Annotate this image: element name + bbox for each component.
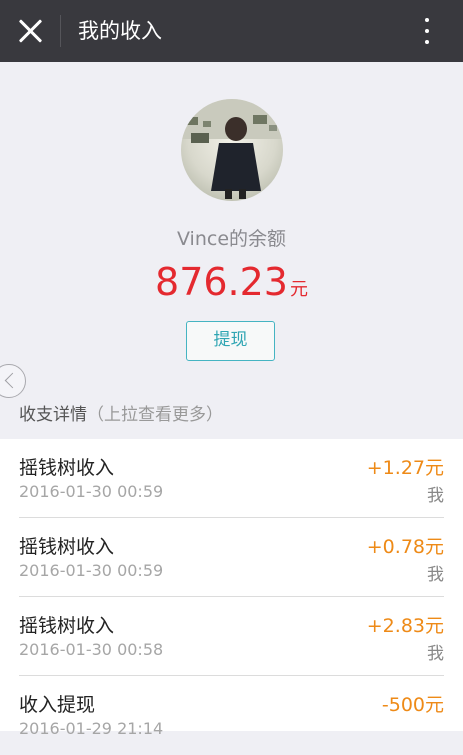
close-icon[interactable] [17,17,45,45]
details-header: 收支详情（上拉查看更多） [19,400,223,425]
transaction-row[interactable]: 摇钱树收入 2016-01-30 00:59 +0.78元 我 [0,518,463,597]
balance-display: 876.23 元 [0,260,463,304]
transaction-title: 摇钱树收入 [19,536,115,558]
dot [425,40,429,44]
transaction-time: 2016-01-30 00:59 [19,482,164,501]
transaction-party: 我 [427,565,444,585]
details-hint: （上拉查看更多） [87,405,223,425]
transaction-time: 2016-01-30 00:58 [19,640,164,659]
transaction-party: 我 [427,644,444,664]
transaction-amount: -500元 [381,694,444,716]
balance-label: Vince的余额 [176,228,287,250]
balance-amount: 876.23 [155,260,288,304]
transaction-amount: +0.78元 [366,536,444,558]
balance-unit: 元 [289,279,308,300]
transaction-row[interactable]: 摇钱树收入 2016-01-30 00:59 +1.27元 我 [0,439,463,518]
divider [60,15,61,47]
transaction-title: 收入提现 [19,694,96,716]
avatar[interactable] [181,99,283,201]
more-vertical-icon[interactable] [418,15,436,47]
transaction-title: 摇钱树收入 [19,615,115,637]
transaction-row[interactable]: 收入提现 2016-01-29 21:14 -500元 [0,676,463,755]
top-navigation-bar: 我的收入 [0,0,463,62]
withdraw-button[interactable]: 提现 [186,321,275,361]
transaction-amount: +2.83元 [366,615,444,637]
transaction-list: 摇钱树收入 2016-01-30 00:59 +1.27元 我 摇钱树收入 20… [0,439,463,738]
dot [425,18,429,22]
transaction-time: 2016-01-30 00:59 [19,561,164,580]
transaction-row[interactable]: 摇钱树收入 2016-01-30 00:58 +2.83元 我 [0,597,463,676]
avatar-photo [181,99,283,199]
transaction-party: 我 [427,486,444,506]
transaction-title: 摇钱树收入 [19,457,115,479]
page-title: 我的收入 [78,19,162,43]
profile-section: Vince的余额 876.23 元 提现 收支详情（上拉查看更多） [0,62,463,439]
details-title: 收支详情 [19,405,87,425]
dot [425,29,429,33]
transaction-amount: +1.27元 [366,457,444,479]
chevron-left-icon[interactable] [0,364,26,398]
transaction-time: 2016-01-29 21:14 [19,719,164,738]
